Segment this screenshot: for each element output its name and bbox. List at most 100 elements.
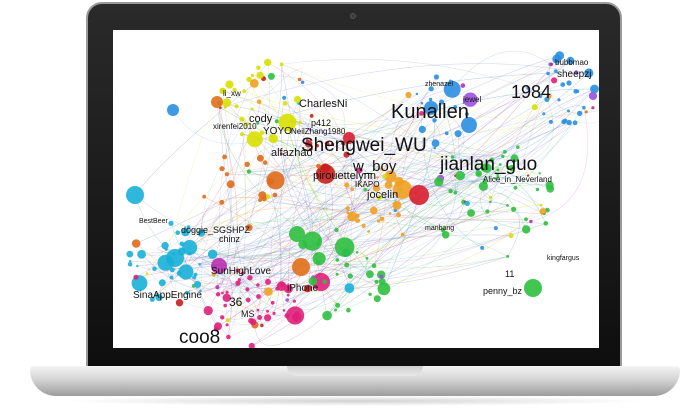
graph-node — [371, 263, 377, 268]
label-xirenfei: xirenfei2010 — [213, 122, 257, 131]
graph-node — [405, 91, 412, 99]
label-neilzhang: NeilZhang1980 — [291, 127, 346, 136]
graph-node — [444, 131, 449, 136]
graph-node — [513, 185, 518, 190]
graph-node — [448, 189, 453, 194]
graph-node — [590, 84, 599, 94]
graph-node — [136, 264, 139, 268]
laptop-mockup: Shengwei_WU Kunallen jianlan_guo 1984 co… — [0, 0, 700, 414]
graph-node — [283, 101, 288, 106]
graph-node — [539, 203, 543, 207]
graph-node — [529, 219, 533, 224]
graph-node — [298, 120, 302, 124]
graph-node — [369, 206, 378, 215]
graph-node — [224, 172, 229, 177]
laptop-shadow — [60, 396, 650, 406]
graph-node — [219, 166, 225, 172]
graph-node — [572, 120, 578, 126]
graph-node — [234, 104, 239, 109]
graph-node — [560, 82, 566, 87]
graph-node — [282, 95, 287, 100]
label-kunallen: Kunallen — [391, 101, 469, 123]
graph-node — [384, 181, 393, 189]
graph-node — [258, 191, 267, 200]
graph-node — [202, 194, 207, 199]
graph-node — [493, 226, 498, 231]
label-doggie: doggie_SGSHPZ — [181, 225, 251, 235]
graph-node — [222, 154, 227, 160]
graph-node — [433, 74, 439, 80]
label-bestbeer: BestBeer — [139, 218, 168, 225]
graph-node — [366, 270, 374, 279]
label-ms: MS — [241, 309, 255, 319]
graph-node — [158, 279, 166, 287]
graph-node — [245, 297, 251, 303]
label-jocelin: jocelin — [366, 189, 398, 201]
graph-node — [508, 233, 514, 239]
graph-node — [220, 315, 225, 320]
graph-node — [396, 212, 401, 218]
graph-node — [379, 274, 384, 279]
graph-node — [577, 110, 583, 117]
label-iphone: iPhone — [287, 283, 319, 294]
graph-node — [334, 227, 339, 233]
graph-node — [376, 176, 379, 179]
label-sheepzj: sheepzj — [557, 69, 591, 80]
label-wboy: w_boy — [352, 158, 397, 175]
graph-node — [242, 89, 247, 94]
graph-node — [300, 80, 305, 85]
label-coo8: coo8 — [179, 327, 220, 348]
graph-node — [235, 280, 241, 286]
graph-node — [256, 71, 264, 79]
graph-node — [279, 62, 284, 67]
label-alfazhao: alfazhao — [271, 147, 313, 159]
graph-node — [379, 216, 385, 222]
label-36: 36 — [229, 295, 243, 309]
graph-node — [531, 104, 538, 111]
graph-node — [418, 125, 426, 133]
graph-node — [524, 217, 528, 222]
graph-node — [511, 206, 517, 212]
graph-node — [187, 251, 192, 256]
graph-node — [516, 145, 520, 149]
graph-node — [245, 287, 250, 292]
graph-node — [388, 212, 392, 215]
graph-node — [400, 232, 405, 237]
graph-node — [250, 107, 254, 111]
label-charlesni: CharlesNi — [299, 98, 347, 110]
graph-node — [256, 283, 260, 287]
graph-node — [535, 187, 540, 192]
graph-node — [415, 92, 419, 96]
graph-node — [215, 292, 221, 297]
laptop-screen: Shengwei_WU Kunallen jianlan_guo 1984 co… — [113, 30, 599, 348]
graph-node — [543, 212, 546, 216]
graph-node — [256, 99, 262, 105]
graph-node — [285, 298, 289, 302]
graph-node — [467, 209, 475, 217]
graph-node — [488, 195, 493, 199]
graph-node — [374, 279, 379, 284]
graph-node — [549, 62, 554, 66]
graph-node — [275, 286, 280, 291]
graph-node — [264, 58, 272, 67]
graph-node — [292, 258, 310, 276]
graph-node — [335, 272, 339, 276]
label-shengwei: Shengwei_WU — [301, 135, 427, 156]
graph-node — [131, 239, 141, 248]
graph-node — [267, 72, 275, 80]
label-manbang: manbang — [425, 225, 454, 232]
graph-node — [454, 130, 462, 138]
graph-node — [543, 221, 549, 226]
graph-node — [267, 177, 274, 185]
graph-node — [345, 206, 350, 211]
graph-node — [260, 323, 264, 328]
graph-node — [221, 291, 224, 295]
graph-node — [225, 323, 229, 327]
graph-node — [265, 278, 271, 285]
graph-node — [166, 249, 184, 267]
label-penny: penny_bz — [483, 286, 523, 296]
graph-node — [557, 98, 561, 102]
graph-node — [350, 187, 354, 191]
graph-node — [225, 290, 229, 294]
graph-node — [286, 293, 290, 297]
